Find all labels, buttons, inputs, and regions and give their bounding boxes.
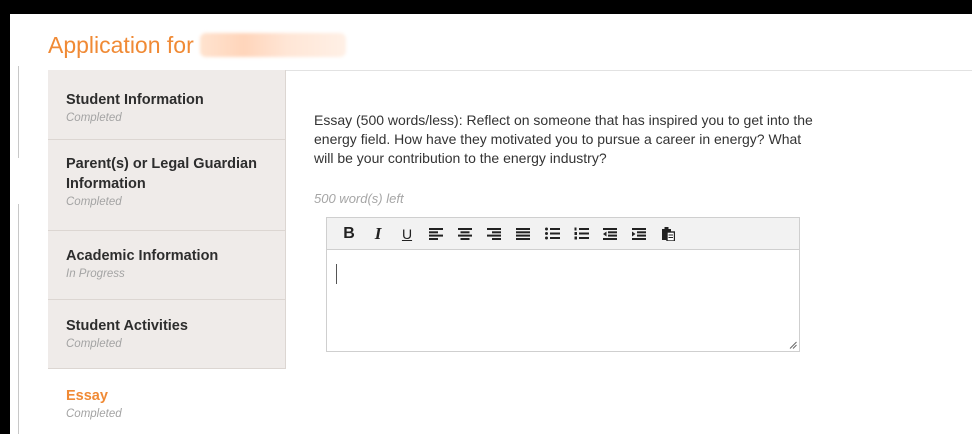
bulleted-list-icon[interactable] — [540, 222, 564, 246]
sidebar-item-status: Completed — [66, 408, 122, 420]
screen-border-left — [0, 0, 10, 434]
bold-icon[interactable]: B — [337, 222, 361, 246]
page-title-text: Application for — [48, 32, 194, 58]
italic-icon[interactable]: I — [366, 222, 390, 246]
application-sections-nav: Student Information Completed Parent(s) … — [48, 70, 286, 434]
sidebar-item-student-information[interactable]: Student Information Completed — [48, 70, 286, 140]
essay-textarea[interactable] — [327, 250, 799, 351]
essay-editor: B I U — [326, 217, 800, 352]
sidebar-item-label: Parent(s) or Legal Guardian Information — [66, 156, 257, 192]
text-caret — [336, 264, 337, 284]
editor-toolbar: B I U — [327, 218, 799, 250]
sidebar-item-label: Student Information — [66, 92, 204, 108]
sidebar-item-label: Academic Information — [66, 248, 219, 264]
sidebar-item-essay[interactable]: Essay Completed — [48, 369, 286, 434]
sidebar-item-parent-guardian-information[interactable]: Parent(s) or Legal Guardian Information … — [48, 140, 286, 231]
sidebar-item-label: Essay — [66, 388, 108, 404]
align-center-icon[interactable] — [453, 222, 477, 246]
underline-icon[interactable]: U — [395, 222, 419, 246]
word-count-remaining: 500 word(s) left — [314, 191, 404, 206]
align-left-icon[interactable] — [424, 222, 448, 246]
divider — [18, 204, 19, 434]
indent-icon[interactable] — [627, 222, 651, 246]
redacted-scholarship-name — [199, 33, 346, 57]
divider — [18, 66, 19, 158]
sidebar-item-label: Student Activities — [66, 318, 188, 334]
outdent-icon[interactable] — [598, 222, 622, 246]
resize-handle-icon[interactable] — [789, 341, 797, 349]
page-title: Application for — [48, 32, 346, 59]
numbered-list-icon[interactable] — [569, 222, 593, 246]
align-right-icon[interactable] — [482, 222, 506, 246]
essay-prompt: Essay (500 words/less): Reflect on someo… — [314, 112, 813, 166]
sidebar-item-status: In Progress — [66, 268, 125, 280]
content-divider — [286, 70, 972, 71]
sidebar-item-status: Completed — [66, 112, 122, 124]
application-page: Application for Student Information Comp… — [10, 14, 972, 434]
sidebar-item-academic-information[interactable]: Academic Information In Progress — [48, 231, 286, 300]
paste-icon[interactable] — [656, 222, 680, 246]
align-justify-icon[interactable] — [511, 222, 535, 246]
sidebar-item-status: Completed — [66, 196, 122, 208]
sidebar-item-student-activities[interactable]: Student Activities Completed — [48, 300, 286, 369]
sidebar-item-status: Completed — [66, 338, 122, 350]
screen-border-top — [0, 0, 972, 14]
